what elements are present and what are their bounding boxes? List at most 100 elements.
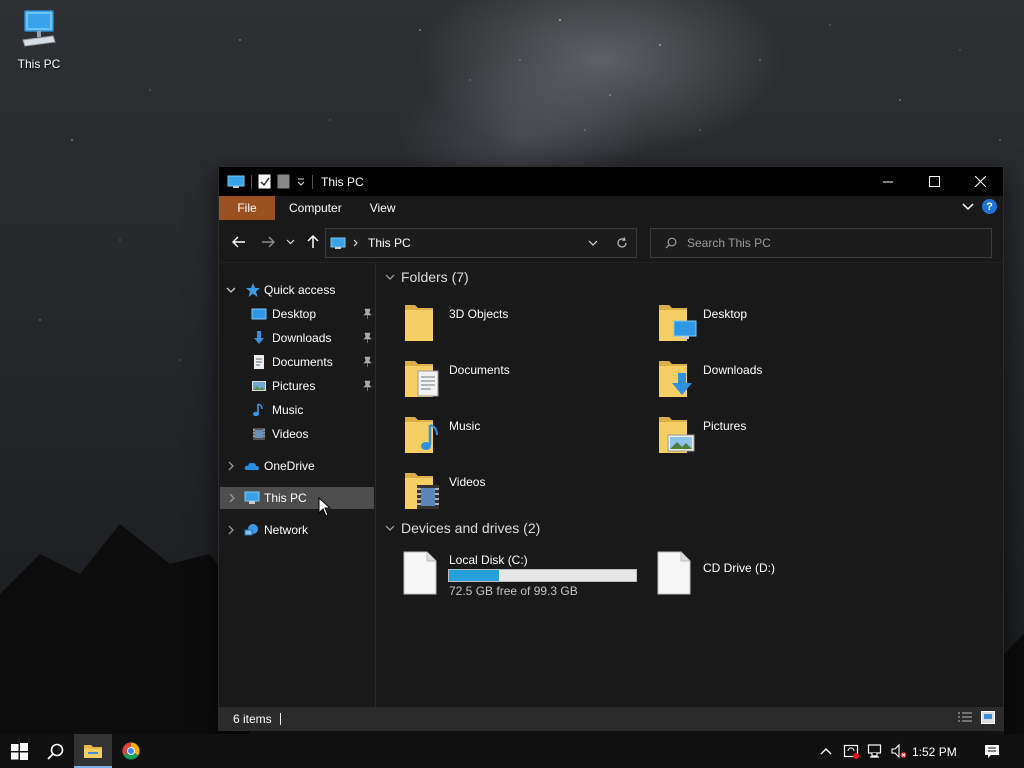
group-header-label: Devices and drives (2) [401,520,541,536]
chevron-right-icon[interactable] [225,460,237,472]
search-icon [46,743,63,760]
folder-documents[interactable]: Documents [403,357,653,405]
network-icon [244,524,258,536]
folder-downloads[interactable]: Downloads [657,357,907,405]
network-icon [867,744,882,758]
details-view-icon[interactable] [957,711,973,724]
back-button[interactable] [229,232,249,252]
sidebar-item-downloads[interactable]: Downloads [219,327,376,349]
this-pc-small-icon [227,175,245,188]
address-bar[interactable]: This PC [325,228,637,258]
search-box[interactable] [650,228,992,258]
chevron-right-icon[interactable] [226,492,238,504]
sidebar-item-onedrive[interactable]: OneDrive [219,455,376,477]
pin-icon[interactable] [361,308,373,320]
arrow-left-icon [232,236,245,248]
sidebar-item-quick-access[interactable]: Quick access [219,279,376,301]
folder-pictures[interactable]: Pictures [657,413,907,461]
this-pc-small-icon [330,237,346,249]
tab-file[interactable]: File [219,196,275,220]
group-header-drives[interactable]: Devices and drives (2) [385,520,540,536]
chevron-down-icon [385,525,395,531]
cd-drive-icon [657,551,691,595]
search-input[interactable] [687,236,967,250]
taskbar-file-explorer[interactable] [74,734,112,768]
local-disk-icon [403,551,437,595]
maximize-icon [928,176,940,187]
sidebar-item-label: Music [272,403,304,417]
this-pc-icon [244,491,260,504]
up-button[interactable] [303,232,323,252]
tray-security[interactable] [840,734,862,768]
pin-icon[interactable] [361,380,373,392]
drive-free-space: 72.5 GB free of 99.3 GB [449,584,578,598]
new-folder-icon[interactable] [277,174,290,189]
sidebar-item-desktop[interactable]: Desktop [219,303,376,325]
drive-usage-fill [449,570,500,581]
chevron-down-icon[interactable] [225,284,237,296]
folder-name: Documents [449,363,510,377]
large-icons-view-icon[interactable] [981,711,995,724]
tab-computer[interactable]: Computer [275,196,356,220]
videos-icon [253,428,265,440]
music-icon [253,403,263,417]
tray-network[interactable] [864,734,886,768]
customize-toolbar-icon[interactable] [296,177,306,187]
folder-desktop[interactable]: Desktop [657,301,907,349]
item-count: 6 items [233,711,272,726]
sidebar-item-this-pc[interactable]: This PC [220,487,374,509]
close-button[interactable] [957,167,1003,196]
drive-local-disk-c[interactable]: Local Disk (C:) 72.5 GB free of 99.3 GB [403,551,643,601]
group-header-label: Folders (7) [401,269,469,285]
tray-volume[interactable] [888,734,910,768]
sidebar-item-videos[interactable]: Videos [219,423,376,445]
close-icon [974,176,986,187]
sidebar-item-label: This PC [264,491,307,505]
search-button[interactable] [36,734,74,768]
show-hidden-icons-button[interactable] [816,734,836,768]
tab-view[interactable]: View [356,196,410,220]
chevron-down-icon [385,274,395,280]
folder-music[interactable]: Music [403,413,653,461]
sidebar-item-label: Documents [272,355,333,369]
desktop-this-pc[interactable]: This PC [12,8,66,71]
recent-locations-button[interactable] [282,232,298,252]
pin-icon[interactable] [361,356,373,368]
expand-ribbon-icon[interactable] [962,202,974,211]
arrow-up-icon [307,235,319,248]
sidebar-item-label: Quick access [264,283,336,297]
start-button[interactable] [0,734,38,768]
breadcrumb[interactable]: This PC [368,236,411,250]
breadcrumb-chevron-icon[interactable] [352,239,360,247]
folder-3d-objects[interactable]: 3D Objects [403,301,653,349]
folder-name: Pictures [703,419,747,433]
desktop-folder-icon [659,305,697,341]
window-title: This PC [321,174,364,189]
properties-icon[interactable] [258,174,271,189]
minimize-button[interactable] [865,167,911,196]
3d-objects-folder-icon [405,305,433,341]
taskbar-clock[interactable]: 1:52 PM [912,745,957,759]
taskbar: 1:52 PM [0,734,1024,768]
group-header-folders[interactable]: Folders (7) [385,269,469,285]
folder-name: Desktop [703,307,748,321]
chevron-right-icon[interactable] [225,524,237,536]
action-center-button[interactable] [978,734,1006,768]
sidebar-item-network[interactable]: Network [219,519,376,541]
onedrive-icon [244,462,259,470]
folder-videos[interactable]: Videos [403,469,653,517]
separator [251,174,252,189]
pin-icon[interactable] [361,332,373,344]
taskbar-chrome[interactable] [112,734,150,768]
refresh-icon[interactable] [616,237,628,249]
title-bar[interactable]: This PC [219,167,1003,196]
help-button[interactable]: ? [982,199,997,214]
sidebar-item-pictures[interactable]: Pictures [219,375,376,397]
forward-button[interactable] [258,232,278,252]
sidebar-item-music[interactable]: Music [219,399,376,421]
maximize-button[interactable] [911,167,957,196]
address-dropdown-icon[interactable] [588,240,598,247]
sidebar-item-documents[interactable]: Documents [219,351,376,373]
drive-cd-d[interactable]: CD Drive (D:) [657,551,857,601]
drive-name: CD Drive (D:) [703,561,775,575]
